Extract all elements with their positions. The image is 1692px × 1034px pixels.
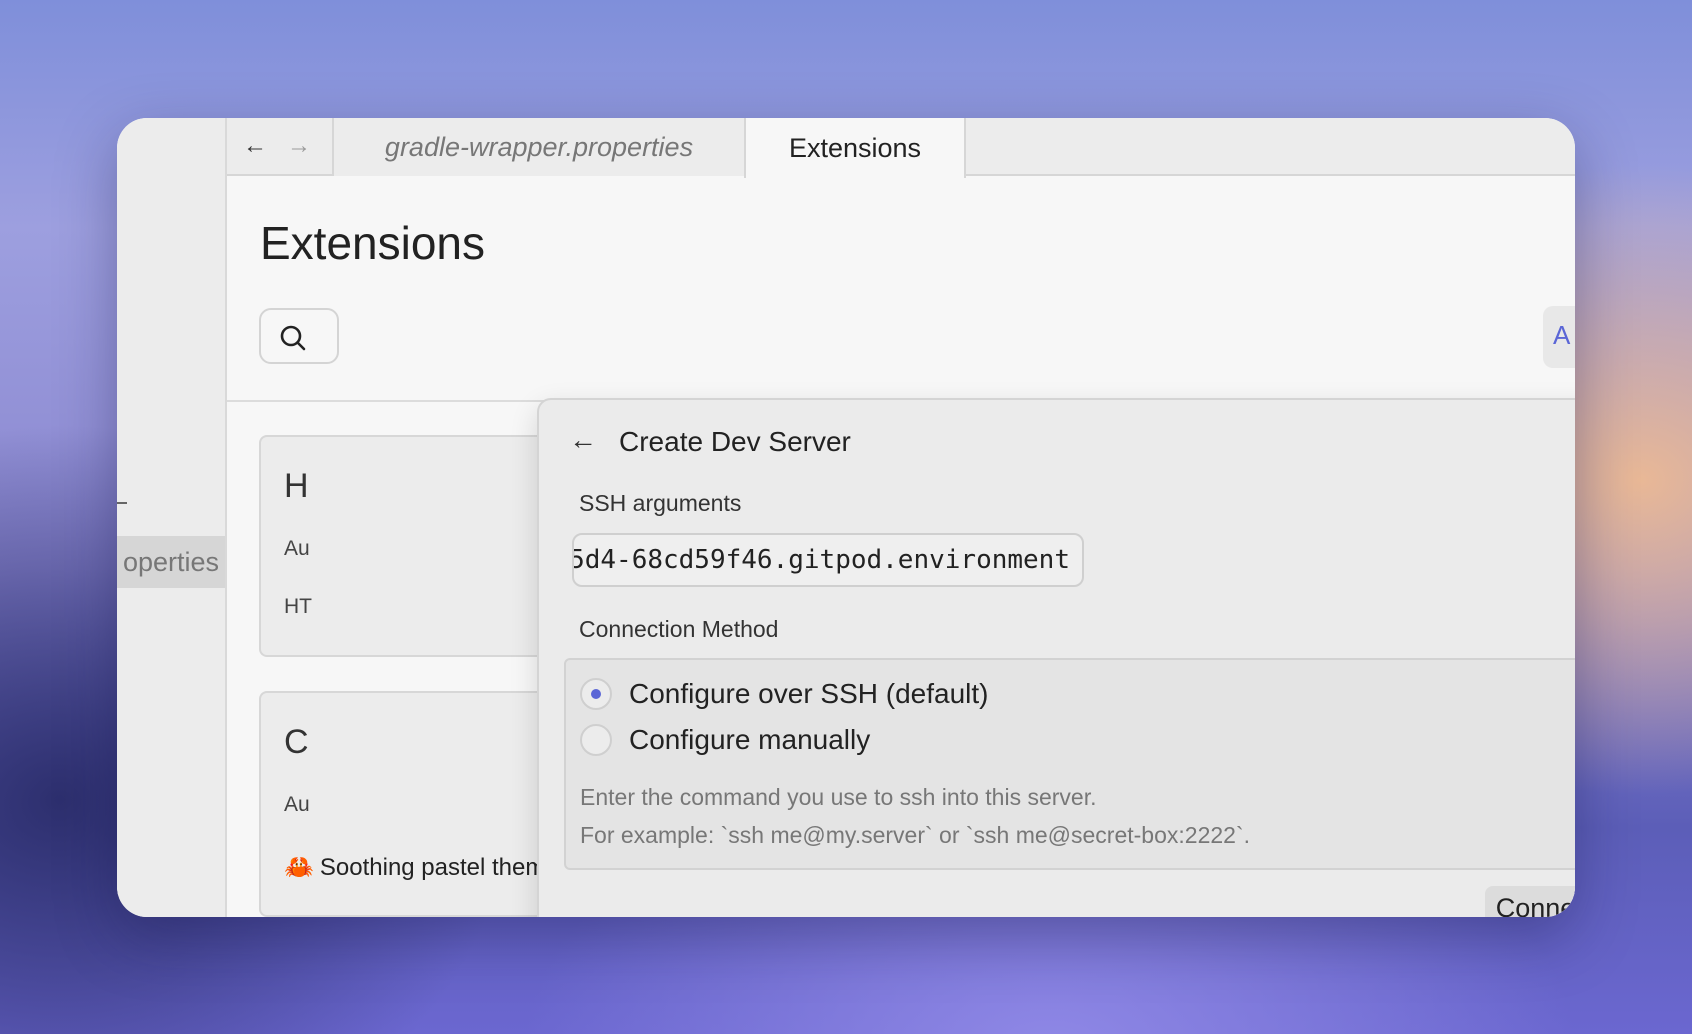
ssh-arguments-input[interactable]: 5fa55d4-68cd59f46.gitpod.environment — [572, 533, 1084, 587]
extension-author: Au — [284, 537, 310, 560]
modal-title: Create Dev Server — [619, 426, 851, 457]
tab-label: gradle-wrapper.properties — [384, 131, 694, 162]
back-arrow-icon[interactable]: ← — [569, 426, 597, 454]
tab-bar: ← → gradle-wrapper.properties Extensions — [227, 118, 1575, 178]
connection-method-label: Connection Method — [579, 616, 779, 642]
tab-extensions[interactable]: Extensions — [744, 118, 966, 178]
radio-option-ssh[interactable]: Configure over SSH (default) — [580, 678, 989, 710]
radio-label: Configure manually — [629, 724, 871, 755]
ssh-arguments-label: SSH arguments — [579, 490, 742, 516]
ssh-arguments-value: 5fa55d4-68cd59f46.gitpod.environment — [572, 545, 1070, 575]
radio-label: Configure over SSH (default) — [629, 678, 989, 709]
search-icon — [280, 325, 306, 351]
create-dev-server-modal: ← Create Dev Server SSH arguments 5fa55d… — [537, 398, 1575, 917]
tab-gradle-wrapper[interactable]: gradle-wrapper.properties — [332, 118, 744, 176]
filter-button-label: A — [1553, 320, 1571, 350]
sidebar-item-active[interactable]: operties — [117, 536, 225, 588]
extension-description: HT — [284, 595, 312, 618]
arrow-left-icon[interactable]: ← — [241, 134, 269, 158]
radio-unselected-icon[interactable] — [580, 724, 612, 756]
connect-button-label: Connect — [1495, 892, 1575, 918]
search-input[interactable] — [259, 308, 339, 364]
main-pane: ← → gradle-wrapper.properties Extensions… — [227, 118, 1575, 917]
hint-text: Enter the command you use to ssh into th… — [580, 784, 1097, 810]
sidebar-divider — [117, 502, 127, 504]
connection-method-group: Configure over SSH (default) Configure m… — [564, 658, 1575, 870]
crab-icon: 🦀 — [284, 854, 314, 881]
extension-title: C — [284, 723, 309, 761]
app-window: operties ← → gradle-wrapper.properties E… — [117, 118, 1575, 917]
extension-title: H — [284, 467, 309, 505]
connect-button[interactable]: Connect — [1485, 886, 1575, 917]
project-sidebar: operties — [117, 118, 227, 917]
page-title: Extensions — [260, 217, 486, 269]
extension-author: Au — [284, 793, 310, 816]
hint-example-text: For example: `ssh me@my.server` or `ssh … — [580, 822, 1250, 848]
arrow-right-icon[interactable]: → — [285, 134, 313, 158]
radio-option-manual[interactable]: Configure manually — [580, 724, 870, 756]
radio-selected-icon[interactable] — [580, 678, 612, 710]
tab-label: Extensions — [788, 132, 922, 163]
sidebar-item-label: operties — [122, 547, 219, 577]
filter-button[interactable]: A — [1543, 306, 1575, 368]
